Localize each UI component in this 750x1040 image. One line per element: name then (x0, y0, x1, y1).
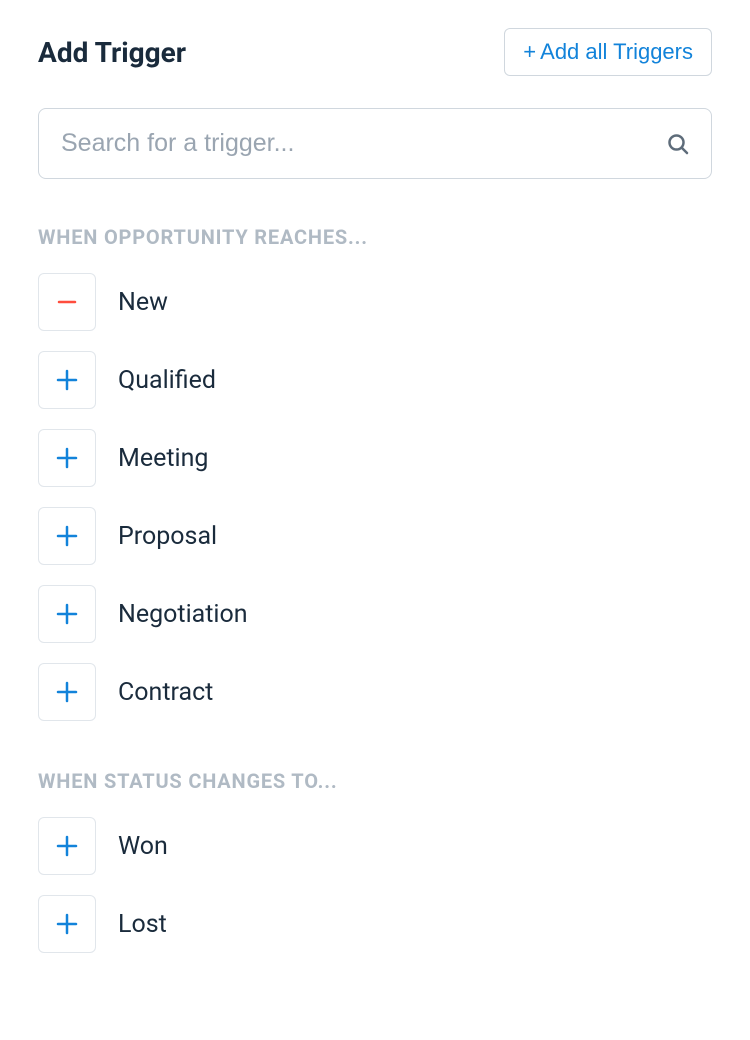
add-trigger-button[interactable] (38, 585, 96, 643)
status-section: WHEN STATUS CHANGES TO... Won Lost (38, 769, 712, 953)
plus-icon (55, 834, 79, 858)
status-section-heading: WHEN STATUS CHANGES TO... (38, 769, 712, 793)
plus-icon: + (523, 39, 536, 65)
plus-icon (55, 602, 79, 626)
add-all-triggers-button[interactable]: + Add all Triggers (504, 28, 712, 76)
plus-icon (55, 912, 79, 936)
trigger-label: Lost (118, 910, 167, 939)
page-title: Add Trigger (38, 36, 186, 69)
header: Add Trigger + Add all Triggers (38, 28, 712, 76)
add-trigger-button[interactable] (38, 895, 96, 953)
add-trigger-button[interactable] (38, 663, 96, 721)
search-input[interactable] (38, 108, 712, 179)
add-trigger-button[interactable] (38, 351, 96, 409)
trigger-row-contract: Contract (38, 663, 712, 721)
minus-icon (55, 290, 79, 314)
search-container (38, 108, 712, 179)
trigger-row-lost: Lost (38, 895, 712, 953)
trigger-row-negotiation: Negotiation (38, 585, 712, 643)
plus-icon (55, 524, 79, 548)
trigger-label: Proposal (118, 522, 217, 551)
trigger-row-won: Won (38, 817, 712, 875)
trigger-row-qualified: Qualified (38, 351, 712, 409)
add-all-label: Add all Triggers (540, 39, 693, 65)
trigger-label: Won (118, 832, 168, 861)
add-trigger-button[interactable] (38, 817, 96, 875)
remove-trigger-button[interactable] (38, 273, 96, 331)
add-trigger-button[interactable] (38, 507, 96, 565)
trigger-label: New (118, 288, 168, 317)
opportunity-section-heading: WHEN OPPORTUNITY REACHES... (38, 225, 712, 249)
plus-icon (55, 368, 79, 392)
trigger-row-proposal: Proposal (38, 507, 712, 565)
trigger-label: Contract (118, 678, 213, 707)
add-trigger-button[interactable] (38, 429, 96, 487)
search-icon (666, 132, 690, 156)
trigger-label: Qualified (118, 366, 216, 395)
plus-icon (55, 680, 79, 704)
trigger-label: Meeting (118, 444, 208, 473)
trigger-row-meeting: Meeting (38, 429, 712, 487)
opportunity-section: WHEN OPPORTUNITY REACHES... New Qualifie… (38, 225, 712, 721)
trigger-label: Negotiation (118, 600, 248, 629)
trigger-row-new: New (38, 273, 712, 331)
plus-icon (55, 446, 79, 470)
